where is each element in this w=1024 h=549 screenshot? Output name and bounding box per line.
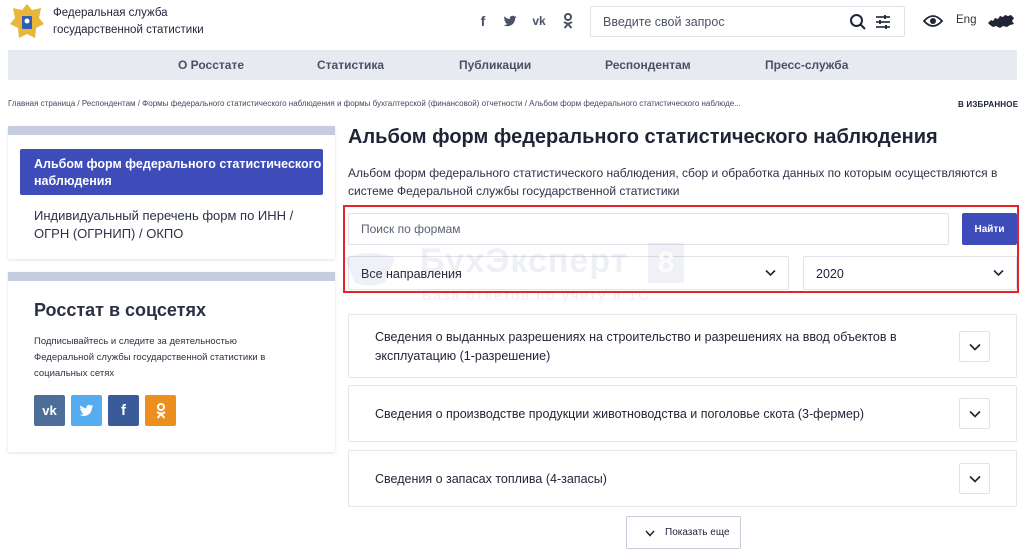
vk-icon: vk: [42, 403, 57, 418]
expand-button[interactable]: [959, 463, 990, 494]
vk-button[interactable]: vk: [34, 395, 65, 426]
form-title: Сведения о производстве продукции животн…: [375, 407, 865, 421]
form-accordion-item[interactable]: Сведения о запасах топлива (4-запасы): [348, 450, 1017, 507]
show-more-label: Показать еще: [665, 527, 730, 538]
russia-map-icon[interactable]: [987, 13, 1015, 29]
form-accordion-item[interactable]: Сведения о производстве продукции животн…: [348, 385, 1017, 442]
site-search: [590, 6, 905, 37]
facebook-icon: f: [121, 402, 126, 419]
facebook-button[interactable]: f: [108, 395, 139, 426]
filter-settings-icon[interactable]: [874, 13, 892, 31]
breadcrumb[interactable]: Главная страница / Респондентам / Формы …: [8, 99, 741, 108]
accessibility-eye-icon[interactable]: [923, 13, 943, 29]
odnoklassniki-icon: [155, 402, 166, 419]
language-switch[interactable]: Eng: [956, 14, 976, 26]
twitter-icon: [79, 404, 94, 416]
nav-item-respondents[interactable]: Респондентам: [605, 58, 691, 72]
vk-icon[interactable]: vk: [530, 12, 548, 30]
page-description: Альбом форм федерального статистического…: [348, 166, 998, 198]
card-top-bar: [8, 272, 335, 281]
expand-button[interactable]: [959, 331, 990, 362]
sidebar-item-individual-forms[interactable]: Индивидуальный перечень форм по ИНН / ОГ…: [34, 207, 314, 243]
search-icon[interactable]: [849, 13, 867, 31]
add-to-favorites-link[interactable]: В ИЗБРАННОЕ: [958, 100, 1018, 109]
form-title: Сведения о запасах топлива (4-запасы): [375, 472, 607, 486]
facebook-icon[interactable]: f: [476, 12, 490, 30]
nav-item-about[interactable]: О Росстате: [178, 58, 244, 72]
social-block-title: Росстат в соцсетях: [34, 300, 206, 320]
coat-of-arms-logo[interactable]: [8, 2, 46, 42]
card-top-bar: [8, 126, 335, 135]
chevron-down-icon: [969, 410, 981, 418]
twitter-button[interactable]: [71, 395, 102, 426]
org-name[interactable]: Федеральная служба государственной стати…: [53, 5, 223, 39]
site-header: Федеральная служба государственной стати…: [0, 0, 1024, 45]
odnoklassniki-icon[interactable]: [561, 12, 575, 30]
chevron-down-icon: [969, 343, 981, 351]
sidebar-menu: Альбом форм федерального статистического…: [8, 126, 335, 259]
chevron-down-icon: [969, 475, 981, 483]
page-title: Альбом форм федерального статистического…: [348, 126, 938, 148]
form-accordion-item[interactable]: Сведения о выданных разрешениях на строи…: [348, 314, 1017, 378]
expand-button[interactable]: [959, 398, 990, 429]
main-nav: О Росстате Статистика Публикации Респонд…: [8, 50, 1017, 80]
sidebar-item-forms-album[interactable]: Альбом форм федерального статистического…: [20, 149, 323, 195]
show-more-button[interactable]: Показать еще: [626, 516, 741, 549]
site-search-input[interactable]: [603, 13, 823, 31]
highlight-frame: [343, 205, 1019, 293]
social-block-text: Подписывайтесь и следите за деятельность…: [34, 336, 266, 379]
twitter-icon[interactable]: [503, 12, 517, 30]
odnoklassniki-button[interactable]: [145, 395, 176, 426]
social-buttons: vk f: [34, 395, 176, 426]
chevron-down-icon: [645, 530, 655, 537]
header-social-links: f vk: [476, 12, 575, 30]
form-title: Сведения о выданных разрешениях на строи…: [375, 330, 897, 363]
nav-item-publications[interactable]: Публикации: [459, 58, 531, 72]
nav-item-press[interactable]: Пресс-служба: [765, 58, 848, 72]
nav-item-statistics[interactable]: Статистика: [317, 58, 384, 72]
social-block: Росстат в соцсетях Подписывайтесь и след…: [8, 272, 335, 452]
